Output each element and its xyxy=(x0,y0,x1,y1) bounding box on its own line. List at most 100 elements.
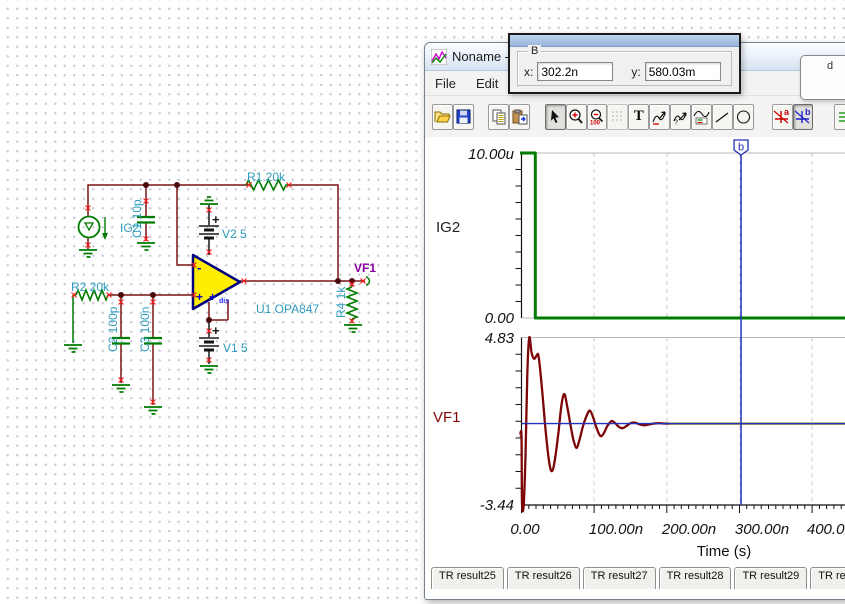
paste-icon xyxy=(512,109,528,124)
grid-icon xyxy=(611,110,622,121)
cursor-b-icon: b xyxy=(794,108,811,124)
cursor-b-glyph: b xyxy=(805,108,811,117)
top-ymax-label: 10.00u xyxy=(468,146,515,163)
xtick-0: 0.00 xyxy=(510,521,540,538)
desktop: - + + dis R1 20k R2 20k IG2 V2 5 V1 5 U1… xyxy=(0,0,845,604)
v2-plus-sign: + xyxy=(212,212,220,227)
tab-tr-result27[interactable]: TR result27 xyxy=(582,567,656,589)
label-c3: C3 100n xyxy=(138,307,152,352)
v1-plus-sign: + xyxy=(212,323,220,338)
tab-tr-result30[interactable]: TR result30 xyxy=(810,567,845,589)
tina-diagram-window: Noname - T File Edit View xyxy=(424,42,845,600)
battery-v2[interactable] xyxy=(199,225,219,240)
label-r4: R4 1k xyxy=(334,286,348,318)
opamp-u1[interactable]: - + + dis xyxy=(191,253,242,311)
circuit-schematic: - + + dis R1 20k R2 20k IG2 V2 5 V1 5 U1… xyxy=(64,170,376,415)
tab-tr-result26[interactable]: TR result26 xyxy=(506,567,580,589)
cursor-b[interactable]: b xyxy=(521,139,845,505)
popup-titlebar[interactable] xyxy=(510,35,739,47)
zoom-in-icon xyxy=(569,108,583,124)
xtick-400n: 400.00n xyxy=(807,521,845,538)
menu-edit[interactable]: Edit xyxy=(466,73,508,94)
trace-cursor-button[interactable] xyxy=(649,103,671,130)
legend-tool-button[interactable] xyxy=(690,103,712,130)
popup-x-label: x: xyxy=(524,64,534,79)
curve-legend-icon xyxy=(693,110,710,124)
tab-tr-result29[interactable]: TR result29 xyxy=(734,567,808,589)
bottom-ymin-label: -3.44 xyxy=(480,497,514,514)
label-c2: C2 100p xyxy=(106,306,120,352)
cursor-a-button[interactable]: a xyxy=(771,103,793,130)
axis-ticks xyxy=(515,169,842,513)
cursor-a-glyph: a xyxy=(784,108,790,117)
zoom-out-100-icon: 100 xyxy=(590,108,604,125)
partial-window-fragment: d xyxy=(800,55,845,100)
resistor-r4[interactable] xyxy=(344,286,360,320)
partial-toolbar-button[interactable] xyxy=(834,103,845,130)
cursor-x-input[interactable] xyxy=(537,62,614,81)
line-tool-button[interactable] xyxy=(711,103,733,130)
top-ymin-label: 0.00 xyxy=(485,310,515,327)
xtick-300n: 300.00n xyxy=(735,521,789,538)
tab-tr-result28[interactable]: TR result28 xyxy=(658,567,732,589)
grid-toggle-button[interactable] xyxy=(607,103,629,130)
current-source[interactable] xyxy=(77,215,109,241)
bottom-trace-label: VF1 xyxy=(433,409,461,426)
top-trace-label: IG2 xyxy=(436,219,460,236)
zoom-100-button[interactable]: 100 xyxy=(586,103,608,130)
line-icon xyxy=(715,111,729,123)
label-v1: V1 5 xyxy=(223,341,248,355)
waveform-plot: b 10.00u 0.00 4.83 -3.44 0.00 100.00n 20… xyxy=(433,139,845,560)
popup-body: B x: y: xyxy=(510,45,739,89)
vf1-output-pin[interactable] xyxy=(365,275,371,287)
pointer-tool-button[interactable] xyxy=(544,103,566,130)
menu-file[interactable]: File xyxy=(425,73,466,94)
gridlines-solid xyxy=(521,152,845,338)
popup-group-label: B xyxy=(528,45,542,57)
text-tool-button[interactable]: T xyxy=(628,103,650,130)
opamp-plus2-label: + xyxy=(209,290,216,304)
label-v2: V2 5 xyxy=(222,227,247,241)
zoom-in-button[interactable] xyxy=(565,103,587,130)
x-axis-title: Time (s) xyxy=(697,543,751,560)
cursor-a-icon: a xyxy=(773,108,790,124)
trace-ig2 xyxy=(520,151,845,320)
zoom-100-label: 100 xyxy=(590,120,601,125)
label-r1: R1 20k xyxy=(247,170,286,184)
bottom-ymax-label: 4.83 xyxy=(485,330,515,347)
partial-icon xyxy=(838,111,845,122)
open-button[interactable] xyxy=(432,103,453,130)
axes xyxy=(520,153,845,506)
popup-groupbox-b: B x: y: xyxy=(517,45,732,86)
cursor-y-input[interactable] xyxy=(644,62,721,81)
label-c1: C1 10p xyxy=(130,199,144,238)
fragment-text: d xyxy=(827,60,834,72)
gridlines-dashed xyxy=(593,153,813,505)
ellipse-tool-button[interactable] xyxy=(732,103,754,130)
copy-icon xyxy=(492,109,506,124)
opamp-plus-label: + xyxy=(196,290,203,304)
label-vf1: VF1 xyxy=(354,261,376,275)
text-tool-glyph: T xyxy=(633,108,644,124)
ellipse-icon xyxy=(736,109,750,124)
tab-tr-result25[interactable]: TR result25 xyxy=(431,567,504,589)
question-glyph: ? xyxy=(674,119,678,125)
cursor-b-popup[interactable]: B x: y: xyxy=(508,33,741,94)
plot-pane: b 10.00u 0.00 4.83 -3.44 0.00 100.00n 20… xyxy=(426,137,845,567)
cursor-b-flag-label: b xyxy=(738,142,744,154)
popup-y-label: y: xyxy=(631,64,641,79)
copy-button[interactable] xyxy=(488,103,510,130)
pointer-icon xyxy=(551,109,560,123)
paste-button[interactable] xyxy=(509,103,531,130)
opamp-minus-label: - xyxy=(197,260,201,275)
save-button[interactable] xyxy=(452,103,474,130)
battery-v1[interactable] xyxy=(199,337,219,352)
folder-open-icon xyxy=(434,111,451,123)
cursor-b-button[interactable]: b xyxy=(792,103,814,130)
curve-arrow-icon xyxy=(652,110,666,125)
curve-arrow2-icon: ? xyxy=(673,111,687,125)
xtick-100n: 100.00n xyxy=(589,521,643,538)
trace-cursor2-button[interactable]: ? xyxy=(670,103,691,130)
toolbar: 100 T ? a b xyxy=(425,96,845,138)
floppy-icon xyxy=(456,109,471,124)
